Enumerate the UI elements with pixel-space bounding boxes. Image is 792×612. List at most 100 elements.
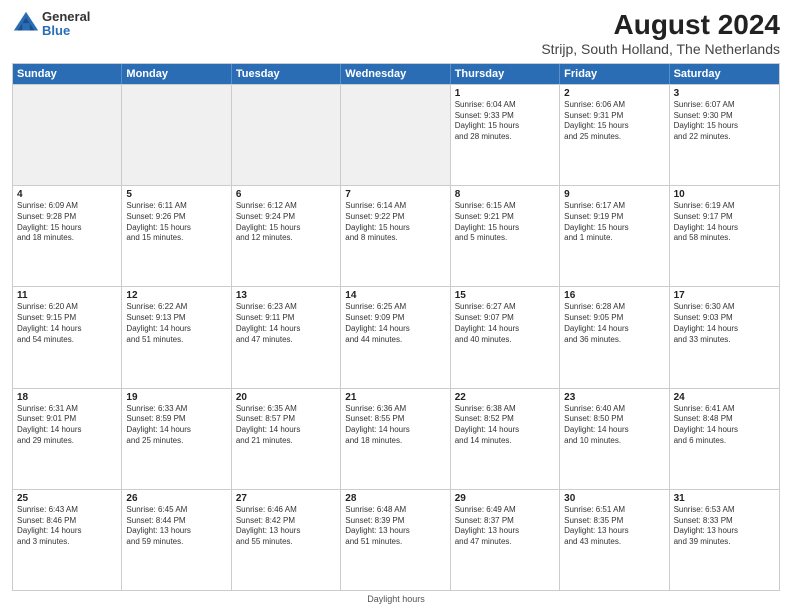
- cell-info: Sunrise: 6:53 AM Sunset: 8:33 PM Dayligh…: [674, 505, 775, 548]
- cell-info: Sunrise: 6:45 AM Sunset: 8:44 PM Dayligh…: [126, 505, 226, 548]
- cal-row-2: 11Sunrise: 6:20 AM Sunset: 9:15 PM Dayli…: [13, 286, 779, 387]
- day-number: 26: [126, 493, 226, 504]
- page: General Blue August 2024 Strijp, South H…: [0, 0, 792, 612]
- cell-info: Sunrise: 6:51 AM Sunset: 8:35 PM Dayligh…: [564, 505, 664, 548]
- logo-line1: General: [42, 10, 90, 24]
- day-number: 17: [674, 290, 775, 301]
- cell-info: Sunrise: 6:19 AM Sunset: 9:17 PM Dayligh…: [674, 201, 775, 244]
- cal-row-1: 4Sunrise: 6:09 AM Sunset: 9:28 PM Daylig…: [13, 185, 779, 286]
- day-number: 14: [345, 290, 445, 301]
- cell-info: Sunrise: 6:38 AM Sunset: 8:52 PM Dayligh…: [455, 404, 555, 447]
- cal-cell: 3Sunrise: 6:07 AM Sunset: 9:30 PM Daylig…: [670, 85, 779, 185]
- cal-cell: 17Sunrise: 6:30 AM Sunset: 9:03 PM Dayli…: [670, 287, 779, 387]
- cal-row-0: 1Sunrise: 6:04 AM Sunset: 9:33 PM Daylig…: [13, 84, 779, 185]
- day-number: 3: [674, 88, 775, 99]
- cell-info: Sunrise: 6:15 AM Sunset: 9:21 PM Dayligh…: [455, 201, 555, 244]
- cell-info: Sunrise: 6:30 AM Sunset: 9:03 PM Dayligh…: [674, 302, 775, 345]
- cal-cell: 10Sunrise: 6:19 AM Sunset: 9:17 PM Dayli…: [670, 186, 779, 286]
- cal-header-cell-wednesday: Wednesday: [341, 64, 450, 84]
- cell-info: Sunrise: 6:12 AM Sunset: 9:24 PM Dayligh…: [236, 201, 336, 244]
- day-number: 30: [564, 493, 664, 504]
- cal-cell: 5Sunrise: 6:11 AM Sunset: 9:26 PM Daylig…: [122, 186, 231, 286]
- page-subtitle: Strijp, South Holland, The Netherlands: [541, 41, 780, 57]
- cell-info: Sunrise: 6:14 AM Sunset: 9:22 PM Dayligh…: [345, 201, 445, 244]
- cal-cell: 22Sunrise: 6:38 AM Sunset: 8:52 PM Dayli…: [451, 389, 560, 489]
- cal-cell: 20Sunrise: 6:35 AM Sunset: 8:57 PM Dayli…: [232, 389, 341, 489]
- day-number: 23: [564, 392, 664, 403]
- cell-info: Sunrise: 6:11 AM Sunset: 9:26 PM Dayligh…: [126, 201, 226, 244]
- day-number: 16: [564, 290, 664, 301]
- cal-cell: 30Sunrise: 6:51 AM Sunset: 8:35 PM Dayli…: [560, 490, 669, 590]
- cal-cell: 18Sunrise: 6:31 AM Sunset: 9:01 PM Dayli…: [13, 389, 122, 489]
- cal-cell: 25Sunrise: 6:43 AM Sunset: 8:46 PM Dayli…: [13, 490, 122, 590]
- cal-cell: 15Sunrise: 6:27 AM Sunset: 9:07 PM Dayli…: [451, 287, 560, 387]
- cal-cell: 1Sunrise: 6:04 AM Sunset: 9:33 PM Daylig…: [451, 85, 560, 185]
- cell-info: Sunrise: 6:17 AM Sunset: 9:19 PM Dayligh…: [564, 201, 664, 244]
- cal-cell: 28Sunrise: 6:48 AM Sunset: 8:39 PM Dayli…: [341, 490, 450, 590]
- cell-info: Sunrise: 6:48 AM Sunset: 8:39 PM Dayligh…: [345, 505, 445, 548]
- cal-cell: 31Sunrise: 6:53 AM Sunset: 8:33 PM Dayli…: [670, 490, 779, 590]
- cal-header-cell-monday: Monday: [122, 64, 231, 84]
- day-number: 5: [126, 189, 226, 200]
- day-number: 9: [564, 189, 664, 200]
- day-number: 22: [455, 392, 555, 403]
- cal-header-cell-sunday: Sunday: [13, 64, 122, 84]
- cell-info: Sunrise: 6:27 AM Sunset: 9:07 PM Dayligh…: [455, 302, 555, 345]
- day-number: 31: [674, 493, 775, 504]
- day-number: 29: [455, 493, 555, 504]
- cal-cell: [232, 85, 341, 185]
- day-number: 1: [455, 88, 555, 99]
- cal-row-3: 18Sunrise: 6:31 AM Sunset: 9:01 PM Dayli…: [13, 388, 779, 489]
- day-number: 27: [236, 493, 336, 504]
- cal-cell: [341, 85, 450, 185]
- cell-info: Sunrise: 6:35 AM Sunset: 8:57 PM Dayligh…: [236, 404, 336, 447]
- title-block: August 2024 Strijp, South Holland, The N…: [541, 10, 780, 57]
- cal-cell: 12Sunrise: 6:22 AM Sunset: 9:13 PM Dayli…: [122, 287, 231, 387]
- cell-info: Sunrise: 6:46 AM Sunset: 8:42 PM Dayligh…: [236, 505, 336, 548]
- cal-cell: 13Sunrise: 6:23 AM Sunset: 9:11 PM Dayli…: [232, 287, 341, 387]
- cell-info: Sunrise: 6:43 AM Sunset: 8:46 PM Dayligh…: [17, 505, 117, 548]
- day-number: 21: [345, 392, 445, 403]
- cal-cell: 23Sunrise: 6:40 AM Sunset: 8:50 PM Dayli…: [560, 389, 669, 489]
- day-number: 11: [17, 290, 117, 301]
- logo-icon: [12, 10, 40, 38]
- footer-note: Daylight hours: [12, 594, 780, 604]
- calendar-header: SundayMondayTuesdayWednesdayThursdayFrid…: [13, 64, 779, 84]
- cal-header-cell-thursday: Thursday: [451, 64, 560, 84]
- cal-cell: 16Sunrise: 6:28 AM Sunset: 9:05 PM Dayli…: [560, 287, 669, 387]
- logo: General Blue: [12, 10, 90, 39]
- cell-info: Sunrise: 6:07 AM Sunset: 9:30 PM Dayligh…: [674, 100, 775, 143]
- day-number: 15: [455, 290, 555, 301]
- day-number: 19: [126, 392, 226, 403]
- page-title: August 2024: [541, 10, 780, 41]
- cell-info: Sunrise: 6:36 AM Sunset: 8:55 PM Dayligh…: [345, 404, 445, 447]
- day-number: 18: [17, 392, 117, 403]
- cal-row-4: 25Sunrise: 6:43 AM Sunset: 8:46 PM Dayli…: [13, 489, 779, 590]
- cell-info: Sunrise: 6:41 AM Sunset: 8:48 PM Dayligh…: [674, 404, 775, 447]
- cal-cell: 29Sunrise: 6:49 AM Sunset: 8:37 PM Dayli…: [451, 490, 560, 590]
- day-number: 7: [345, 189, 445, 200]
- day-number: 24: [674, 392, 775, 403]
- cell-info: Sunrise: 6:33 AM Sunset: 8:59 PM Dayligh…: [126, 404, 226, 447]
- logo-line2: Blue: [42, 24, 90, 38]
- day-number: 6: [236, 189, 336, 200]
- header: General Blue August 2024 Strijp, South H…: [12, 10, 780, 57]
- logo-text: General Blue: [42, 10, 90, 39]
- day-number: 20: [236, 392, 336, 403]
- cal-cell: 14Sunrise: 6:25 AM Sunset: 9:09 PM Dayli…: [341, 287, 450, 387]
- day-number: 10: [674, 189, 775, 200]
- cell-info: Sunrise: 6:22 AM Sunset: 9:13 PM Dayligh…: [126, 302, 226, 345]
- cal-cell: 11Sunrise: 6:20 AM Sunset: 9:15 PM Dayli…: [13, 287, 122, 387]
- cal-cell: 26Sunrise: 6:45 AM Sunset: 8:44 PM Dayli…: [122, 490, 231, 590]
- cell-info: Sunrise: 6:04 AM Sunset: 9:33 PM Dayligh…: [455, 100, 555, 143]
- cell-info: Sunrise: 6:40 AM Sunset: 8:50 PM Dayligh…: [564, 404, 664, 447]
- cal-cell: [13, 85, 122, 185]
- cal-cell: 21Sunrise: 6:36 AM Sunset: 8:55 PM Dayli…: [341, 389, 450, 489]
- cal-cell: 7Sunrise: 6:14 AM Sunset: 9:22 PM Daylig…: [341, 186, 450, 286]
- cell-info: Sunrise: 6:25 AM Sunset: 9:09 PM Dayligh…: [345, 302, 445, 345]
- day-number: 4: [17, 189, 117, 200]
- cal-cell: 19Sunrise: 6:33 AM Sunset: 8:59 PM Dayli…: [122, 389, 231, 489]
- cal-header-cell-saturday: Saturday: [670, 64, 779, 84]
- day-number: 28: [345, 493, 445, 504]
- cal-cell: 6Sunrise: 6:12 AM Sunset: 9:24 PM Daylig…: [232, 186, 341, 286]
